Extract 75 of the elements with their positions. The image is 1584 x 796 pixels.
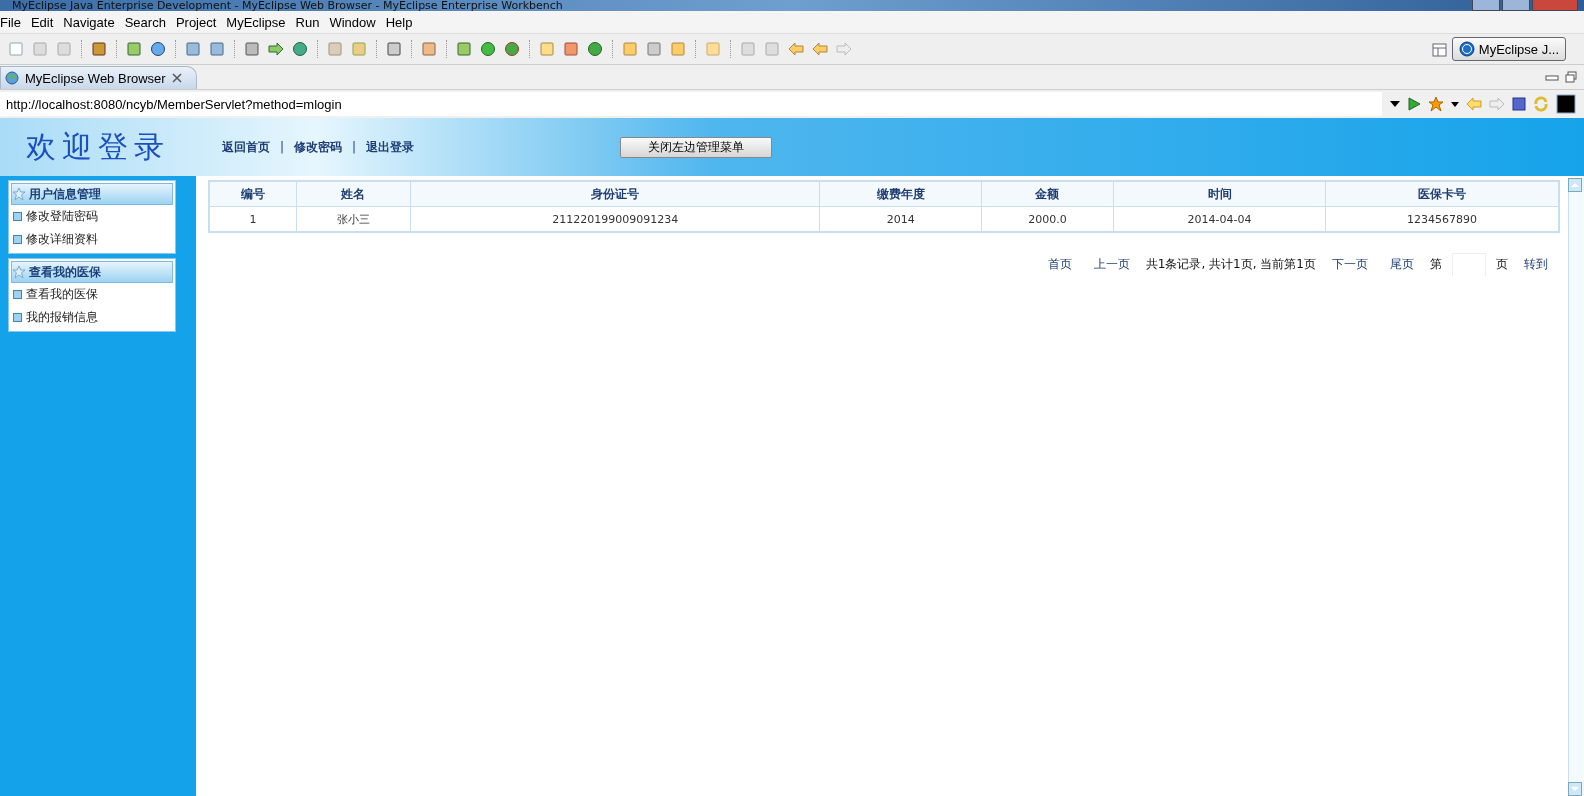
square-bullet-icon xyxy=(13,235,22,244)
sidebar-link: 我的报销信息 xyxy=(26,309,98,326)
window-title: MyEclipse Java Enterprise Development - MyEclipse Web Browser - MyEclipse Enterprise Workbench xyxy=(11,0,564,11)
url-field[interactable]: http://localhost:8080/ncyb/MemberServlet?method=mlogin xyxy=(0,92,1382,116)
open-perspective-icon[interactable] xyxy=(1431,41,1448,57)
sidebar-item[interactable]: 查看我的医保 xyxy=(9,283,175,306)
pager-text: 共1条记录, 共计1页, 当前第1页 xyxy=(1145,256,1316,273)
pager-text: 第 xyxy=(1430,256,1442,273)
group-title: 查看我的医保 xyxy=(29,263,101,281)
star-icon[interactable] xyxy=(1428,96,1444,112)
menu-item[interactable]: File xyxy=(0,14,27,30)
editor-tab[interactable]: MyEclipse Web Browser xyxy=(0,66,197,89)
menu-item[interactable]: Project xyxy=(171,14,223,30)
column-header: 身份证号 xyxy=(410,181,820,207)
perspective-button[interactable]: MyEclipse J... xyxy=(1451,37,1566,61)
star-icon xyxy=(12,187,26,201)
header-link[interactable]: 修改密码 xyxy=(294,138,343,156)
column-header: 金额 xyxy=(981,181,1114,207)
menu-item[interactable]: Run xyxy=(291,14,326,30)
close-icon[interactable] xyxy=(171,73,182,83)
back-icon[interactable] xyxy=(1466,97,1482,111)
sidebar-item[interactable]: 修改登陆密码 xyxy=(9,205,175,228)
restore-icon[interactable] xyxy=(1565,71,1577,83)
menu-group-header[interactable]: 用户信息管理 xyxy=(11,183,173,205)
tab-label: MyEclipse Web Browser xyxy=(25,70,166,86)
play-icon[interactable] xyxy=(268,41,284,57)
sidebar-item[interactable]: 修改详细资料 xyxy=(9,228,175,251)
pager-link[interactable]: 上一页 xyxy=(1093,256,1130,273)
pager-text: 页 xyxy=(1496,256,1508,273)
forward-icon[interactable] xyxy=(1489,97,1505,111)
pager-link[interactable]: 转到 xyxy=(1524,256,1548,273)
logo-icon xyxy=(1458,41,1475,57)
menu-group-header[interactable]: 查看我的医保 xyxy=(11,261,173,283)
header-link[interactable]: 退出登录 xyxy=(366,138,415,156)
star-icon xyxy=(12,265,26,279)
stop-icon[interactable] xyxy=(1512,97,1526,111)
column-header: 医保卡号 xyxy=(1325,181,1559,207)
scrollbar[interactable] xyxy=(1568,178,1584,796)
dropdown-caret-icon[interactable] xyxy=(1451,101,1459,107)
scroll-down-icon[interactable] xyxy=(1568,782,1582,796)
arrow-right-icon[interactable] xyxy=(836,41,852,57)
sidebar-item[interactable]: 我的报销信息 xyxy=(9,306,175,329)
scroll-up-icon[interactable] xyxy=(1568,178,1582,192)
link-separator: | xyxy=(352,140,357,154)
close-button[interactable] xyxy=(1532,0,1578,11)
sidebar-link: 修改登陆密码 xyxy=(26,208,98,225)
square-bullet-icon xyxy=(13,290,22,299)
pager-link[interactable]: 首页 xyxy=(1047,256,1072,273)
column-header: 时间 xyxy=(1113,181,1326,207)
group-title: 用户信息管理 xyxy=(29,185,101,203)
pager-link[interactable]: 尾页 xyxy=(1390,256,1414,273)
close-menu-button[interactable]: 关闭左边管理菜单 xyxy=(620,136,772,158)
minimize-button[interactable] xyxy=(1472,0,1500,11)
column-header: 编号 xyxy=(209,181,297,207)
arrow-left-icon[interactable] xyxy=(812,41,828,57)
menu-item[interactable]: MyEclipse xyxy=(222,14,292,30)
sidebar-link: 修改详细资料 xyxy=(26,231,98,248)
menu-item[interactable]: Help xyxy=(381,14,419,30)
menu-item[interactable]: Search xyxy=(120,14,172,30)
maximize-button[interactable] xyxy=(1502,0,1530,11)
go-icon[interactable] xyxy=(1407,97,1421,111)
page-title: 欢迎登录 xyxy=(26,127,171,166)
minimize-icon[interactable] xyxy=(1545,73,1559,83)
column-header: 姓名 xyxy=(296,181,411,207)
header-link[interactable]: 返回首页 xyxy=(222,138,270,156)
dropdown-caret-icon[interactable] xyxy=(1390,101,1400,107)
sidebar-link: 查看我的医保 xyxy=(26,286,98,303)
square-bullet-icon xyxy=(13,313,22,322)
pager-link[interactable]: 下一页 xyxy=(1332,256,1368,273)
menu-item[interactable]: Edit xyxy=(26,14,60,30)
menu-item[interactable]: Navigate xyxy=(59,14,121,30)
square-bullet-icon xyxy=(13,212,22,221)
menu-item[interactable]: Window xyxy=(325,14,382,30)
column-header: 缴费年度 xyxy=(819,181,982,207)
link-separator: | xyxy=(280,140,285,154)
